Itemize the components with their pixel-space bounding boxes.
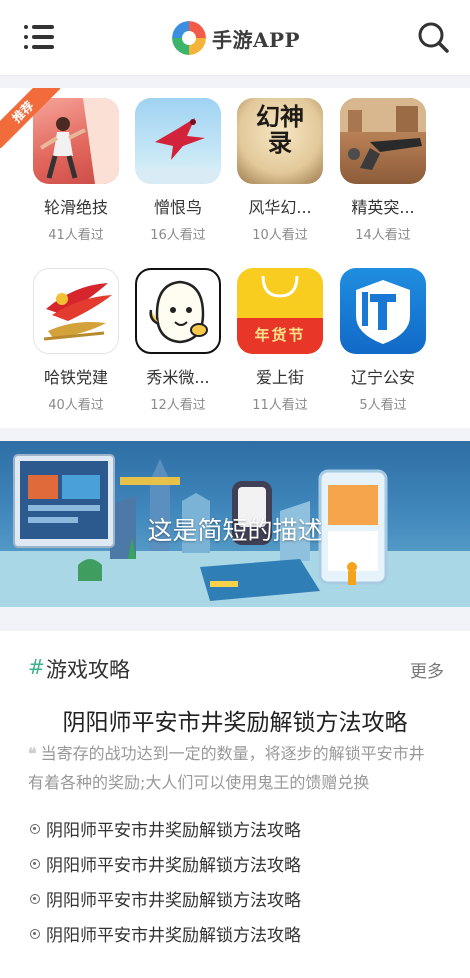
- fenghua-icon-text: 幻神录: [256, 102, 304, 157]
- section-header: # 游戏攻略 更多: [28, 655, 444, 682]
- featured-article-summary: ❝ 当寄存的战功达到一定的数量，将逐步的解锁平安市井有着各种的奖励;大人们可以使用…: [28, 739, 438, 797]
- recommend-badge-label: 推荐: [0, 88, 60, 148]
- app-name: 精英突...: [351, 198, 415, 217]
- app-views: 11人看过: [252, 398, 308, 413]
- app-item[interactable]: 秀米微... 12人看过: [128, 268, 228, 413]
- bullet-icon: [30, 928, 40, 939]
- app-item[interactable]: 年货节 爱上街 11人看过: [230, 268, 330, 413]
- app-name: 哈铁党建: [43, 368, 108, 387]
- promo-banner[interactable]: 这是简短的描述: [0, 441, 470, 607]
- app-item[interactable]: 憎恨鸟 16人看过: [128, 98, 228, 243]
- article-link[interactable]: 阴阳师平安市井奖励解锁方法攻略: [46, 886, 301, 911]
- article-list-item[interactable]: 阴阳师平安市井奖励解锁方法攻略: [30, 846, 440, 881]
- app-title: 手游APP: [212, 27, 301, 52]
- section-hash-mark: #: [28, 655, 45, 679]
- featured-article-title[interactable]: 阴阳师平安市井奖励解锁方法攻略: [0, 703, 470, 737]
- article-list-item[interactable]: 阴阳师平安市井奖励解锁方法攻略: [30, 881, 440, 916]
- featured-article-desc: 当寄存的战功达到一定的数量，将逐步的解锁平安市井有着各种的奖励;大人们可以使用鬼…: [28, 744, 425, 792]
- app-logo[interactable]: 手游APP: [172, 19, 300, 57]
- app-name: 憎恨鸟: [153, 198, 202, 217]
- shopping-icon-text: 年货节: [254, 326, 306, 344]
- bullet-icon: [30, 823, 40, 834]
- more-link[interactable]: 更多: [410, 657, 444, 682]
- article-link[interactable]: 阴阳师平安市井奖励解锁方法攻略: [46, 851, 301, 876]
- fenghua-calligraphy-icon: 幻神录: [237, 98, 323, 184]
- app-views: 16人看过: [150, 228, 206, 243]
- bullet-icon: [30, 893, 40, 904]
- recommend-badge: 推荐: [0, 88, 60, 148]
- red-bird-icon: [135, 98, 221, 184]
- section-title: 游戏攻略: [46, 658, 130, 682]
- liaoning-police-icon: [340, 268, 426, 354]
- app-views: 40人看过: [48, 398, 104, 413]
- article-list-item[interactable]: 阴阳师平安市井奖励解锁方法攻略: [30, 811, 440, 846]
- banner-caption: 这是简短的描述: [147, 516, 323, 545]
- quote-icon: ❝: [28, 744, 37, 763]
- app-views: 41人看过: [48, 228, 104, 243]
- app-views: 5人看过: [359, 398, 407, 413]
- app-views: 14人看过: [355, 228, 411, 243]
- article-list: 阴阳师平安市井奖励解锁方法攻略 阴阳师平安市井奖励解锁方法攻略 阴阳师平安市井奖…: [30, 811, 440, 951]
- app-name: 风华幻...: [248, 198, 312, 217]
- app-item[interactable]: 哈铁党建 40人看过: [26, 268, 126, 413]
- article-list-item[interactable]: 阴阳师平安市井奖励解锁方法攻略: [30, 916, 440, 951]
- app-views: 10人看过: [252, 228, 308, 243]
- logo-mark-icon: [172, 21, 206, 55]
- article-link[interactable]: 阴阳师平安市井奖励解锁方法攻略: [46, 816, 301, 841]
- app-name: 爱上街: [255, 368, 304, 387]
- elite-shooter-icon: [340, 98, 426, 184]
- app-name: 秀米微...: [146, 368, 210, 387]
- search-icon[interactable]: [416, 20, 450, 54]
- shopping-bag-icon: 年货节: [237, 268, 323, 354]
- bullet-icon: [30, 858, 40, 869]
- app-views: 12人看过: [150, 398, 206, 413]
- app-item[interactable]: 辽宁公安 5人看过: [333, 268, 433, 413]
- xiumi-mascot-icon: [135, 268, 221, 354]
- game-guides-section: # 游戏攻略 更多 阴阳师平安市井奖励解锁方法攻略 ❝ 当寄存的战功达到一定的数量…: [0, 631, 470, 978]
- app-item[interactable]: 幻神录 风华幻... 10人看过: [230, 98, 330, 243]
- party-emblem-train-icon: [33, 268, 119, 354]
- article-link[interactable]: 阴阳师平安市井奖励解锁方法攻略: [46, 921, 301, 946]
- app-name: 辽宁公安: [350, 368, 415, 387]
- hamburger-menu-icon[interactable]: [24, 24, 54, 50]
- app-item[interactable]: 精英突... 14人看过: [333, 98, 433, 243]
- recommended-apps: 推荐 轮滑绝技 41人看过 憎恨鸟 16人看过 幻神录 风华幻... 10人看过…: [0, 88, 470, 428]
- top-header: 手游APP: [0, 0, 470, 76]
- app-name: 轮滑绝技: [43, 198, 108, 217]
